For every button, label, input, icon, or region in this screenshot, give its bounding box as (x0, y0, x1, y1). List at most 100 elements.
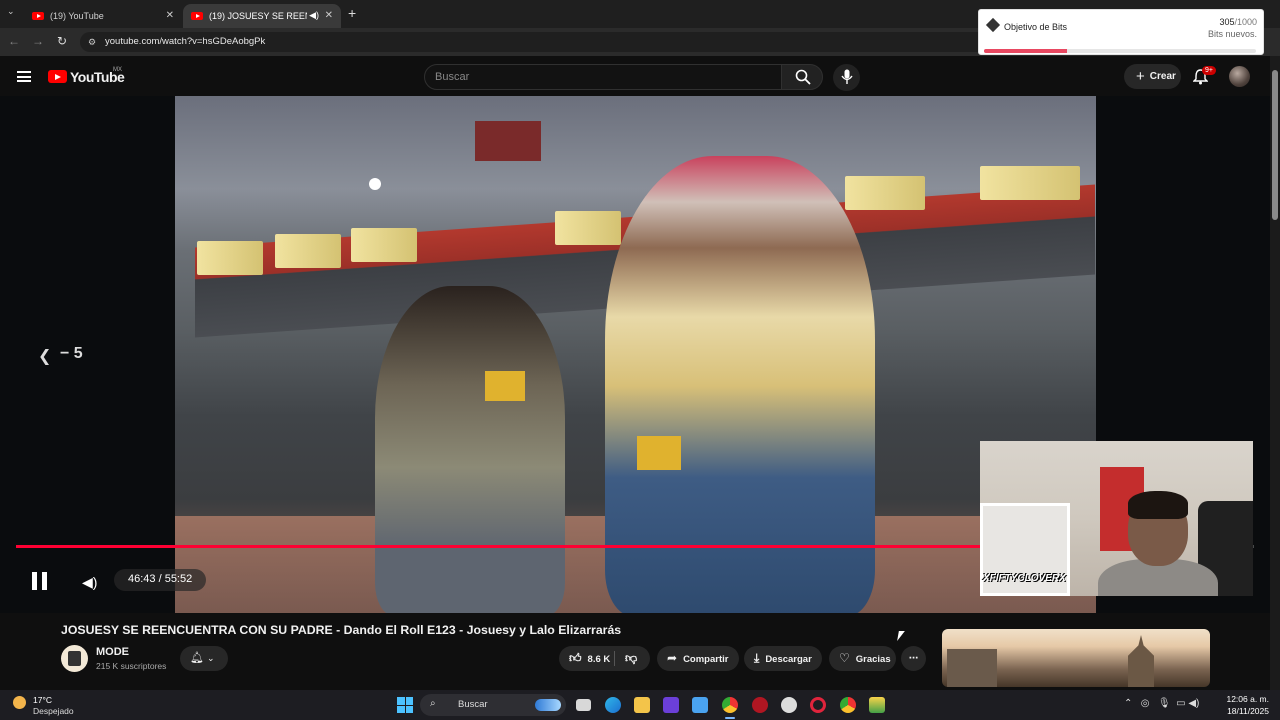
channel-name[interactable]: MODE (96, 646, 129, 658)
taskbar-clock[interactable]: 12:06 a. m. 18/11/2025 (1221, 693, 1269, 717)
bits-current: 305 (1219, 17, 1235, 27)
train-window (197, 241, 263, 275)
taskbar-search[interactable]: ⌕ Buscar (420, 694, 566, 716)
chrome-active-indicator (725, 717, 735, 719)
tab-title: (19) JOSUESY SE REENCUENTRA (209, 11, 307, 21)
share-button[interactable]: ➦ Compartir (657, 646, 739, 671)
streamer-webcam-overlay: XFIFTYCLOVERX (980, 441, 1253, 596)
bits-count: 305/1000 (1219, 17, 1257, 27)
video-player[interactable]: ❮ − 5 ◀) 46:43 / 55:52 XFIFTYCLOVERX (0, 96, 1270, 613)
page-scrollbar[interactable] (1270, 56, 1280, 690)
menu-hamburger-icon[interactable] (17, 71, 31, 83)
clock-time: 12:06 a. m. (1226, 694, 1269, 704)
bits-diamond-icon (985, 17, 1001, 33)
thanks-label: Gracias (855, 654, 891, 665)
time-display: 46:43 / 55:52 (114, 569, 207, 591)
notifications-badge: 9+ (1202, 66, 1216, 75)
app-icon-blue[interactable] (692, 697, 708, 713)
close-tab-icon[interactable]: ✕ (325, 10, 333, 21)
app-icon-red[interactable] (752, 697, 768, 713)
youtube-header: YouTube MX Buscar + Crear 9+ (0, 56, 1270, 96)
network-icon[interactable]: ▭ (1176, 698, 1185, 709)
like-count: 8.6 K (587, 654, 611, 665)
dislike-button[interactable]: 👎︎ (625, 646, 637, 671)
create-button[interactable]: + Crear (1124, 64, 1181, 89)
search-icon (795, 69, 811, 85)
tray-app-icon[interactable]: ◎ (1141, 698, 1150, 709)
like-button[interactable]: 👍︎ (569, 651, 582, 665)
voice-search-button[interactable] (833, 64, 860, 91)
speaker-icon[interactable]: ◀) (1188, 698, 1199, 709)
account-avatar[interactable] (1229, 66, 1250, 87)
bits-subtitle: Bits nuevos. (1207, 29, 1257, 39)
weather-moon-icon (13, 696, 26, 709)
forward-arrow-icon[interactable]: → (30, 34, 46, 48)
tab-youtube[interactable]: (19) YouTube ✕ (24, 4, 182, 28)
street-sign (475, 121, 541, 161)
bell-icon: 🔔︎ (190, 652, 204, 664)
url-text: youtube.com/watch?v=hsGDeAobgPk (105, 36, 266, 47)
edge-browser-icon[interactable] (605, 697, 621, 713)
pause-button[interactable] (31, 572, 49, 590)
share-icon: ➦ (667, 651, 678, 665)
seek-back-indicator: − 5 (60, 345, 83, 362)
app-icon-purple[interactable] (663, 697, 679, 713)
video-title: JOSUESY SE REENCUENTRA CON SU PADRE - Da… (61, 623, 622, 637)
bits-goal: /1000 (1234, 17, 1257, 27)
app-icon-stack[interactable] (869, 697, 885, 713)
download-button[interactable]: ⤓ Descargar (744, 646, 822, 671)
pause-icon (32, 572, 37, 590)
search-input[interactable]: Buscar (424, 64, 782, 90)
bits-progress-bar (984, 49, 1256, 53)
system-tray[interactable]: ⌃ ◎ 🎙︎ ▭ ◀) (1124, 698, 1199, 709)
thanks-icon: ♡ (839, 651, 850, 665)
weather-temperature: 17°C (33, 695, 52, 705)
create-label: Crear (1149, 71, 1176, 82)
video-person-left (375, 286, 565, 613)
recommended-video-thumbnail[interactable] (942, 629, 1210, 687)
volume-icon[interactable]: ◀) (82, 574, 97, 591)
tab-list-chevron-icon[interactable]: ⌄ (7, 6, 15, 17)
thanks-button[interactable]: ♡ Gracias (829, 646, 896, 671)
opera-icon[interactable] (810, 697, 826, 713)
microphone-tray-icon[interactable]: 🎙︎ (1158, 698, 1171, 709)
windows-taskbar: 17°C Despejado ⌕ Buscar ⌃ ◎ 🎙︎ ▭ ◀) 12:0… (0, 690, 1280, 720)
back-arrow-icon[interactable]: ← (6, 34, 22, 48)
scrollbar-thumb[interactable] (1272, 70, 1278, 220)
site-info-icon[interactable]: ⚙ (88, 32, 96, 52)
search-highlight-icon (535, 699, 561, 711)
reload-icon[interactable]: ↻ (54, 34, 70, 48)
windows-start-icon[interactable] (397, 697, 413, 713)
thumbnail-tower (1128, 635, 1154, 687)
download-label: Descargar (765, 654, 812, 665)
github-icon[interactable] (781, 697, 797, 713)
search-icon: ⌕ (430, 698, 436, 709)
like-dislike-group: 👍︎ 8.6 K 👎︎ (559, 646, 650, 671)
chrome-profile-icon[interactable] (840, 697, 856, 713)
train-window (351, 228, 417, 262)
train-window (980, 166, 1080, 200)
bits-goal-title: Objetivo de Bits (1004, 22, 1068, 32)
search-button[interactable] (781, 64, 823, 90)
task-view-icon[interactable] (576, 699, 591, 711)
more-actions-button[interactable]: ⋯ (901, 646, 926, 671)
tab-video[interactable]: (19) JOSUESY SE REENCUENTRA ◀) ✕ (183, 4, 341, 28)
chrome-icon[interactable] (722, 697, 738, 713)
audio-playing-icon[interactable]: ◀) (309, 10, 319, 21)
file-explorer-icon[interactable] (634, 697, 650, 713)
close-tab-icon[interactable]: ✕ (166, 10, 174, 21)
youtube-favicon-icon (191, 12, 203, 20)
youtube-logo-icon[interactable] (48, 70, 67, 83)
plus-icon: + (1136, 68, 1145, 85)
bits-progress-fill (984, 49, 1067, 53)
subscription-bell-button[interactable]: 🔔︎ ⌄ (180, 646, 228, 671)
new-tab-button[interactable]: + (348, 5, 356, 21)
microphone-icon (841, 69, 853, 84)
channel-avatar[interactable] (61, 645, 88, 672)
clock-date: 18/11/2025 (1227, 706, 1269, 716)
share-label: Compartir (683, 654, 729, 665)
subscriber-count: 215 K suscriptores (96, 661, 167, 671)
weather-condition: Despejado (33, 706, 74, 716)
tray-chevron-up-icon[interactable]: ⌃ (1124, 698, 1132, 709)
download-icon: ⤓ (754, 651, 760, 665)
